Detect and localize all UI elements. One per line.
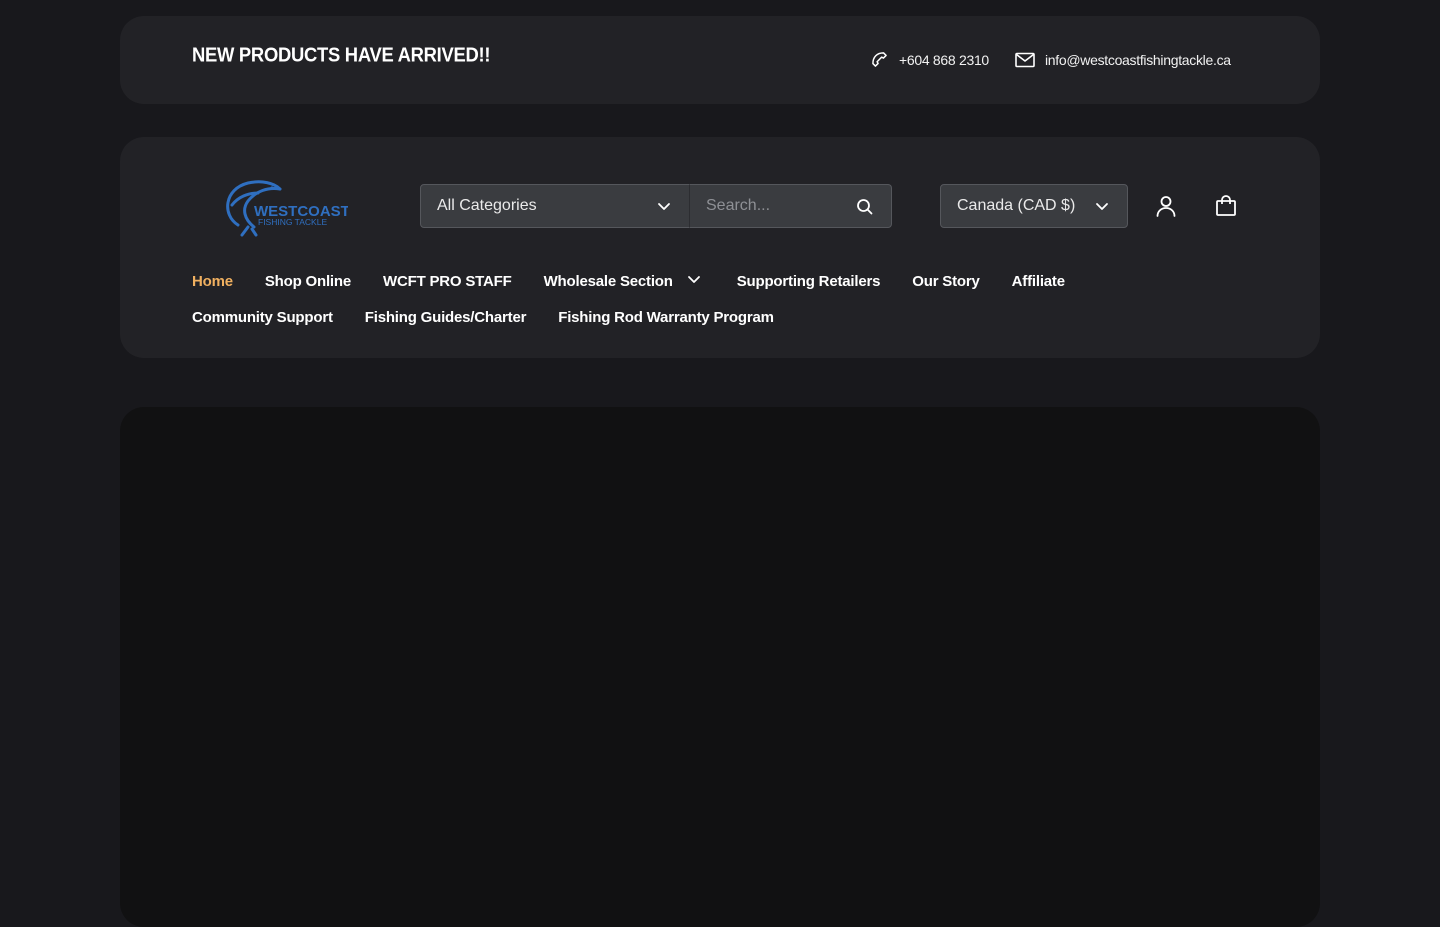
nav-item-fishing-guides[interactable]: Fishing Guides/Charter bbox=[365, 307, 527, 327]
phone-contact[interactable]: +604 868 2310 bbox=[869, 50, 989, 70]
nav-item-community-support[interactable]: Community Support bbox=[192, 307, 333, 327]
nav-item-shop-online[interactable]: Shop Online bbox=[265, 271, 351, 291]
mail-icon bbox=[1015, 52, 1035, 68]
search-input[interactable] bbox=[690, 185, 850, 227]
email-contact[interactable]: info@westcoastfishingtackle.ca bbox=[1015, 52, 1231, 68]
category-select[interactable]: All Categories bbox=[420, 184, 690, 228]
currency-select-value: Canada (CAD $) bbox=[957, 197, 1076, 214]
main-nav-row-2: Community Support Fishing Guides/Charter… bbox=[192, 307, 806, 327]
nav-item-rod-warranty[interactable]: Fishing Rod Warranty Program bbox=[558, 307, 774, 327]
nav-item-wholesale-label: Wholesale Section bbox=[543, 272, 673, 290]
site-logo[interactable]: WESTCOAST FISHING TACKLE bbox=[218, 175, 350, 239]
chevron-down-icon bbox=[657, 199, 671, 218]
nav-item-wholesale[interactable]: Wholesale Section bbox=[544, 271, 701, 291]
nav-item-our-story[interactable]: Our Story bbox=[912, 271, 980, 291]
category-select-value: All Categories bbox=[437, 197, 537, 214]
currency-select[interactable]: Canada (CAD $) bbox=[940, 184, 1128, 228]
hero-banner bbox=[120, 407, 1320, 927]
account-button[interactable] bbox=[1154, 194, 1178, 218]
fish-eye-icon bbox=[270, 186, 274, 190]
phone-number: +604 868 2310 bbox=[899, 52, 989, 68]
cart-button[interactable] bbox=[1214, 194, 1238, 218]
user-icon bbox=[1154, 196, 1178, 222]
phone-icon bbox=[869, 50, 889, 70]
logo-line2: FISHING TACKLE bbox=[258, 217, 327, 227]
search-icon[interactable] bbox=[855, 197, 875, 217]
search-box bbox=[689, 184, 892, 228]
shopping-bag-icon bbox=[1214, 195, 1238, 222]
chevron-down-icon bbox=[687, 272, 701, 290]
nav-item-affiliate[interactable]: Affiliate bbox=[1012, 271, 1065, 291]
nav-item-pro-staff[interactable]: WCFT PRO STAFF bbox=[383, 271, 512, 291]
chevron-down-icon bbox=[1095, 199, 1109, 218]
announcement-title: NEW PRODUCTS HAVE ARRIVED!! bbox=[192, 44, 491, 67]
main-nav-row-1: Home Shop Online WCFT PRO STAFF Wholesal… bbox=[192, 271, 1097, 291]
announcement-bar: NEW PRODUCTS HAVE ARRIVED!! +604 868 231… bbox=[120, 16, 1320, 104]
site-header: WESTCOAST FISHING TACKLE All Categories … bbox=[120, 137, 1320, 358]
nav-item-home[interactable]: Home bbox=[192, 271, 233, 291]
email-address: info@westcoastfishingtackle.ca bbox=[1045, 52, 1231, 68]
nav-item-supporting-retailers[interactable]: Supporting Retailers bbox=[737, 271, 881, 291]
